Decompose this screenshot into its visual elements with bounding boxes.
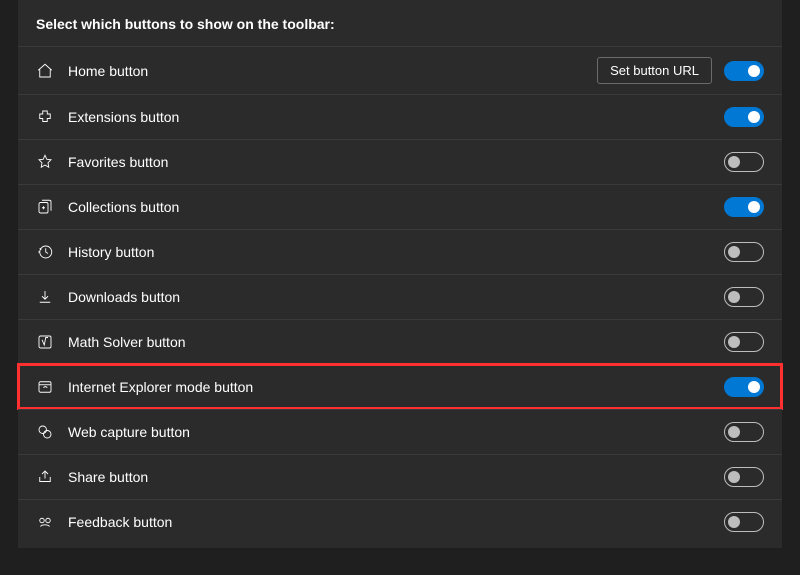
history-icon (36, 243, 54, 261)
toggle-extensions-button[interactable] (724, 107, 764, 127)
toggle-favorites-button[interactable] (724, 152, 764, 172)
row-label: Internet Explorer mode button (68, 379, 724, 395)
collections-icon (36, 198, 54, 216)
row-extensions-button: Extensions button (18, 94, 782, 139)
toggle-feedback-button[interactable] (724, 512, 764, 532)
row-history-button: History button (18, 229, 782, 274)
share-icon (36, 468, 54, 486)
home-icon (36, 62, 54, 80)
favorites-icon (36, 153, 54, 171)
section-title: Select which buttons to show on the tool… (18, 0, 782, 46)
row-collections-button: Collections button (18, 184, 782, 229)
row-math-solver-button: Math Solver button (18, 319, 782, 364)
feedback-icon (36, 513, 54, 531)
downloads-icon (36, 288, 54, 306)
toggle-ie-mode-button[interactable] (724, 377, 764, 397)
toggle-web-capture-button[interactable] (724, 422, 764, 442)
row-share-button: Share button (18, 454, 782, 499)
row-label: Favorites button (68, 154, 724, 170)
toggle-downloads-button[interactable] (724, 287, 764, 307)
row-label: Downloads button (68, 289, 724, 305)
row-label: Home button (68, 63, 597, 79)
row-label: History button (68, 244, 724, 260)
row-favorites-button: Favorites button (18, 139, 782, 184)
toggle-math-solver-button[interactable] (724, 332, 764, 352)
toggle-share-button[interactable] (724, 467, 764, 487)
row-downloads-button: Downloads button (18, 274, 782, 319)
math-solver-icon (36, 333, 54, 351)
row-label: Share button (68, 469, 724, 485)
toolbar-buttons-panel: Select which buttons to show on the tool… (18, 0, 782, 548)
row-label: Feedback button (68, 514, 724, 530)
set-button-url-button[interactable]: Set button URL (597, 57, 712, 84)
row-label: Web capture button (68, 424, 724, 440)
row-label: Collections button (68, 199, 724, 215)
toggle-collections-button[interactable] (724, 197, 764, 217)
web-capture-icon (36, 423, 54, 441)
extensions-icon (36, 108, 54, 126)
toggle-home-button[interactable] (724, 61, 764, 81)
toggle-history-button[interactable] (724, 242, 764, 262)
row-ie-mode-button: Internet Explorer mode button (18, 364, 782, 409)
row-web-capture-button: Web capture button (18, 409, 782, 454)
row-label: Math Solver button (68, 334, 724, 350)
row-home-button: Home button Set button URL (18, 46, 782, 94)
row-feedback-button: Feedback button (18, 499, 782, 544)
ie-mode-icon (36, 378, 54, 396)
row-label: Extensions button (68, 109, 724, 125)
